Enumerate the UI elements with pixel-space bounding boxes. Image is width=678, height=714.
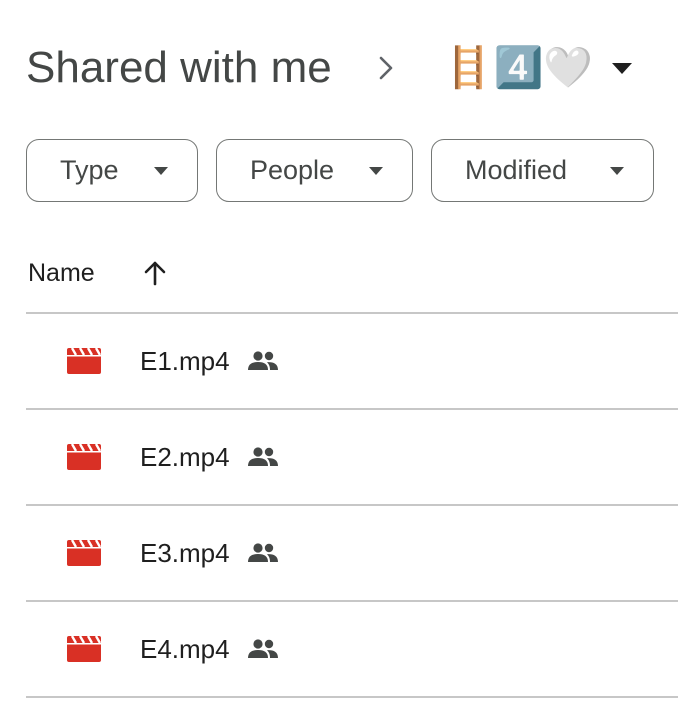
caret-down-icon xyxy=(368,166,384,176)
filter-bar: Type People Modified xyxy=(26,139,654,202)
breadcrumb-root[interactable]: Shared with me xyxy=(26,46,332,90)
video-file-icon xyxy=(67,443,101,471)
breadcrumb-current-folder[interactable]: 🪜4️⃣🤍 xyxy=(444,48,633,88)
file-row[interactable]: E2.mp4 xyxy=(26,410,678,504)
divider xyxy=(26,696,678,698)
folder-name: 🪜4️⃣🤍 xyxy=(443,45,594,91)
video-file-icon xyxy=(67,347,101,375)
chevron-right-icon xyxy=(376,54,396,82)
video-file-icon xyxy=(67,635,101,663)
filter-modified-label: Modified xyxy=(465,155,568,185)
filter-type-button[interactable]: Type xyxy=(26,139,198,202)
file-row[interactable]: E1.mp4 xyxy=(26,314,678,408)
filter-people-button[interactable]: People xyxy=(216,139,413,202)
file-name: E3.mp4 xyxy=(140,537,230,568)
column-header-name[interactable]: Name xyxy=(28,259,95,288)
file-list: E1.mp4 E2.mp4 E3.mp4 E4.mp4 xyxy=(26,312,678,698)
breadcrumb: Shared with me 🪜4️⃣🤍 xyxy=(26,36,633,100)
filter-modified-button[interactable]: Modified xyxy=(431,139,654,202)
caret-down-icon[interactable] xyxy=(611,61,633,75)
file-row[interactable]: E3.mp4 xyxy=(26,506,678,600)
people-icon xyxy=(246,445,280,469)
caret-down-icon xyxy=(153,166,169,176)
list-header: Name xyxy=(28,248,169,298)
file-name: E1.mp4 xyxy=(140,345,230,376)
people-icon xyxy=(246,541,280,565)
arrow-up-icon[interactable] xyxy=(141,259,169,287)
people-icon xyxy=(246,637,280,661)
caret-down-icon xyxy=(609,166,625,176)
file-name: E4.mp4 xyxy=(140,633,230,664)
video-file-icon xyxy=(67,539,101,567)
filter-people-label: People xyxy=(250,155,335,185)
file-name: E2.mp4 xyxy=(140,441,230,472)
filter-type-label: Type xyxy=(60,155,119,185)
people-icon xyxy=(246,349,280,373)
file-row[interactable]: E4.mp4 xyxy=(26,602,678,696)
